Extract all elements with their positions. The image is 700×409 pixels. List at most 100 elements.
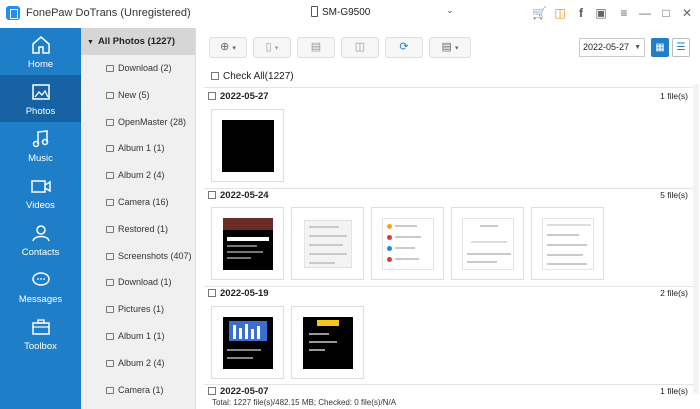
date-group-header: 2022-05-07 1 file(s)	[208, 386, 688, 397]
photo-thumbnail[interactable]	[291, 306, 364, 379]
group-count: 1 file(s)	[660, 386, 688, 396]
album-list: ▼ All Photos (1227) Download (2) New (5) …	[81, 28, 196, 409]
album-item[interactable]: Album 2 (4)	[81, 350, 195, 377]
album-icon	[106, 225, 114, 233]
group-count: 5 file(s)	[660, 190, 688, 200]
nav-label: Home	[27, 59, 54, 70]
album-item[interactable]: Camera (1)	[81, 377, 195, 404]
status-bar: Total: 1227 file(s)/482.15 MB; Checked: …	[196, 397, 700, 409]
cart-icon[interactable]: 🛒	[532, 6, 547, 20]
nav-item-toolbox[interactable]: Toolbox	[0, 310, 81, 357]
album-item[interactable]: Download (1)	[81, 269, 195, 296]
album-item[interactable]: Album 1 (1)	[81, 323, 195, 350]
checkbox[interactable]	[211, 72, 219, 80]
nav-label: Contacts	[21, 247, 60, 258]
chevron-down-icon: ▼	[634, 44, 641, 51]
nav-label: Messages	[18, 294, 63, 305]
nav-label: Photos	[25, 106, 56, 117]
group-date: 2022-05-27	[220, 91, 269, 102]
album-item[interactable]: Screenshots (407)	[81, 243, 195, 270]
add-icon: ⊕	[220, 41, 230, 53]
toolbox-button[interactable]: ▤ ▾	[429, 37, 471, 58]
export-to-pc-button[interactable]: ▤	[297, 37, 335, 58]
nav-item-videos[interactable]: Videos	[0, 169, 81, 216]
date-select[interactable]: 2022-05-27 ▼	[579, 38, 645, 57]
toolbox-icon	[30, 316, 52, 338]
group-date: 2022-05-24	[220, 190, 269, 201]
facebook-icon[interactable]: f	[574, 6, 588, 20]
divider	[204, 188, 694, 189]
album-icon	[106, 359, 114, 367]
maximize-icon[interactable]: □	[659, 6, 673, 20]
album-item[interactable]: Pictures (1)	[81, 296, 195, 323]
nav-item-home[interactable]: Home	[0, 28, 81, 75]
app-logo-icon	[6, 6, 20, 20]
album-label: Album 2 (4)	[118, 170, 165, 181]
nav-label: Videos	[26, 200, 55, 211]
chevron-down-icon: ▾	[454, 45, 459, 52]
album-item[interactable]: Camera (16)	[81, 189, 195, 216]
phone-icon	[311, 6, 318, 17]
date-group-header: 2022-05-24 5 file(s)	[208, 190, 688, 204]
minimize-icon[interactable]: —	[638, 6, 652, 20]
divider	[204, 87, 694, 88]
date-select-value: 2022-05-27	[583, 42, 630, 52]
grid-view-icon[interactable]: ▦	[651, 38, 669, 57]
album-icon	[106, 252, 114, 260]
menu-icon[interactable]: ≡	[617, 6, 631, 20]
album-item[interactable]: New (5)	[81, 82, 195, 109]
music-icon	[30, 128, 52, 150]
group-count: 2 file(s)	[660, 288, 688, 298]
add-button[interactable]: ⊕ ▾	[209, 37, 247, 58]
checkbox[interactable]	[208, 92, 216, 100]
album-item[interactable]: Album 1 (1)	[81, 135, 195, 162]
checkbox[interactable]	[208, 191, 216, 199]
nav-item-music[interactable]: Music	[0, 122, 81, 169]
delete-button[interactable]: ◫	[341, 37, 379, 58]
feedback-icon[interactable]: ▣	[594, 6, 608, 20]
album-header-label: All Photos (1227)	[97, 36, 176, 47]
album-item[interactable]: Download (2)	[81, 55, 195, 82]
nav-item-contacts[interactable]: Contacts	[0, 216, 81, 263]
sidebar-nav: Home Photos Music Videos Contacts Messag…	[0, 28, 81, 409]
gift-icon[interactable]: ◫	[553, 6, 567, 20]
list-view-icon[interactable]: ☰	[672, 38, 690, 57]
check-all[interactable]: Check All(1227)	[211, 71, 294, 82]
device-name: SM-G9500	[322, 7, 371, 18]
photo-thumbnail[interactable]	[211, 207, 284, 280]
photo-thumbnail[interactable]	[211, 306, 284, 379]
chevron-down-icon: ▾	[274, 45, 279, 52]
album-label: Album 2 (4)	[118, 357, 165, 368]
photo-thumbnail[interactable]	[451, 207, 524, 280]
close-icon[interactable]: ✕	[680, 6, 694, 20]
scrollbar[interactable]	[693, 84, 699, 394]
photo-thumbnail[interactable]	[291, 207, 364, 280]
album-icon	[106, 332, 114, 340]
nav-item-photos[interactable]: Photos	[0, 75, 81, 122]
album-item[interactable]: OpenMaster (28)	[81, 109, 195, 136]
checkbox[interactable]	[208, 289, 216, 297]
refresh-button[interactable]: ⟳	[385, 37, 423, 58]
checkbox[interactable]	[208, 387, 216, 395]
album-item[interactable]: Restored (1)	[81, 216, 195, 243]
group-count: 1 file(s)	[660, 91, 688, 101]
album-all-photos[interactable]: ▼ All Photos (1227)	[81, 28, 195, 55]
photo-thumbnail[interactable]	[211, 109, 284, 182]
album-label: Camera (1)	[118, 384, 164, 395]
device-selector[interactable]: SM-G9500	[311, 6, 370, 18]
album-label: Album 1 (1)	[118, 330, 165, 341]
divider	[204, 384, 694, 385]
date-group-header: 2022-05-27 1 file(s)	[208, 91, 688, 105]
photo-thumbnail[interactable]	[371, 207, 444, 280]
photo-thumbnail[interactable]	[531, 207, 604, 280]
export-to-device-button[interactable]: ▯ ▾	[253, 37, 291, 58]
toolbox-icon: ▤	[441, 41, 452, 53]
chevron-down-icon: ▾	[232, 45, 236, 52]
date-group-header: 2022-05-19 2 file(s)	[208, 288, 688, 302]
nav-label: Music	[28, 153, 53, 164]
home-icon	[30, 34, 52, 56]
chevron-down-icon[interactable]: ⌄	[446, 5, 454, 16]
nav-item-messages[interactable]: Messages	[0, 263, 81, 310]
album-item[interactable]: Album 2 (4)	[81, 162, 195, 189]
triangle-down-icon: ▼	[87, 39, 94, 46]
